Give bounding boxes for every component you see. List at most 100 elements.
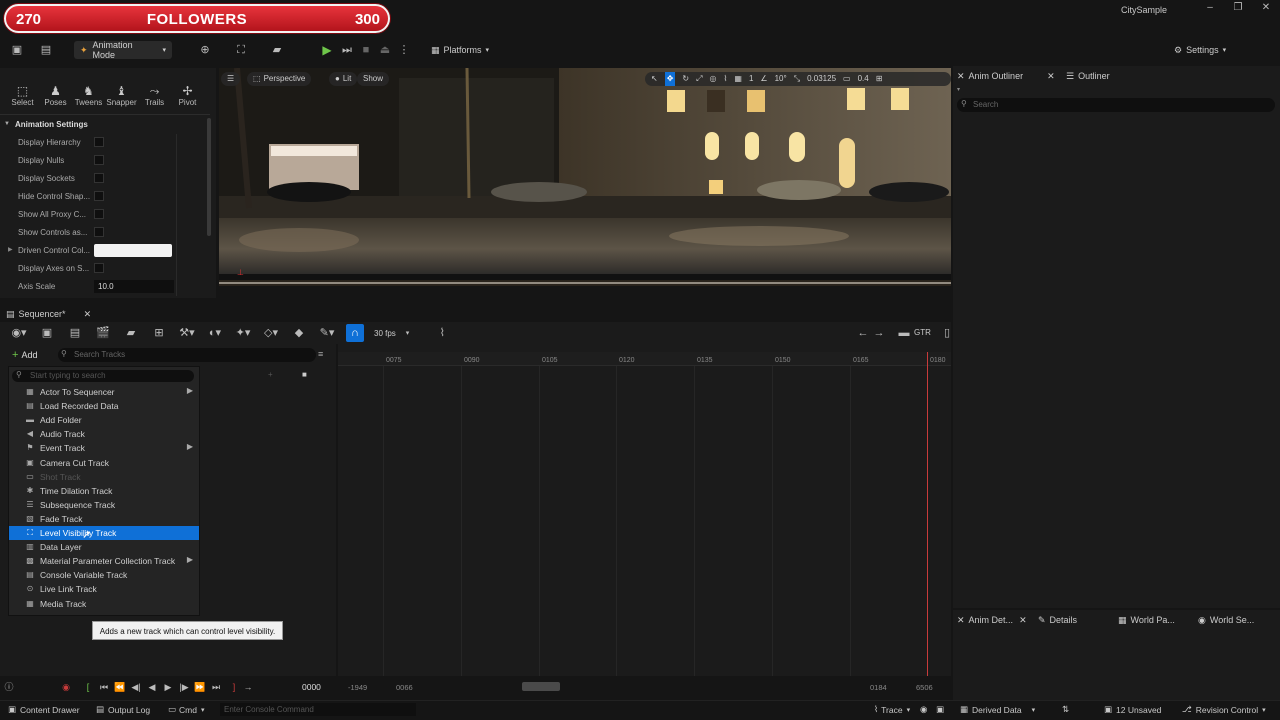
scale-icon[interactable]: ⤢ bbox=[696, 72, 702, 86]
tab-world-partition[interactable]: ▦ World Pa... bbox=[1118, 612, 1175, 628]
menu-item[interactable]: ▧ Fade Track bbox=[9, 512, 199, 526]
content-drawer-button[interactable]: ▣ Content Drawer bbox=[8, 704, 80, 715]
scale-snap-value[interactable]: 0.03125 bbox=[807, 72, 836, 86]
view-range-start[interactable]: 0066 bbox=[396, 683, 413, 692]
step-icon[interactable]: ⏭ bbox=[338, 41, 356, 59]
playhead[interactable] bbox=[927, 352, 928, 676]
menu-item[interactable]: ▥ Data Layer bbox=[9, 540, 199, 554]
play-icon[interactable]: ▶ bbox=[162, 681, 174, 693]
maximize-viewport-icon[interactable]: ⊞ bbox=[876, 72, 883, 86]
step-forward-icon[interactable]: ⏩ bbox=[194, 681, 206, 693]
working-range-start[interactable]: -1949 bbox=[348, 683, 367, 692]
angle-snap-icon[interactable]: ∠ bbox=[760, 72, 767, 86]
cinematics-icon[interactable]: ▰ bbox=[268, 41, 286, 59]
loop-icon[interactable]: → bbox=[242, 681, 254, 693]
current-frame[interactable]: 0000 bbox=[302, 682, 321, 692]
menu-item[interactable]: ⛶ Level Visibility Track bbox=[9, 526, 199, 540]
close-window-button[interactable]: ✕ bbox=[1254, 2, 1278, 16]
find-asset-icon[interactable]: ▤ bbox=[66, 324, 84, 342]
edit-icon[interactable]: ✎▾ bbox=[318, 324, 336, 342]
add-track-button[interactable]: + Add bbox=[12, 348, 37, 362]
scale-snap-icon[interactable]: ⤡ bbox=[794, 72, 800, 86]
viewport-options-button[interactable]: ☰ bbox=[221, 72, 241, 86]
add-key-icon[interactable]: + bbox=[268, 370, 273, 379]
frame-rate-selector[interactable]: 30 fps bbox=[374, 329, 396, 338]
unsaved-button[interactable]: ▣ 12 Unsaved bbox=[1104, 704, 1161, 715]
menu-item[interactable]: ☰ Subsequence Track bbox=[9, 498, 199, 512]
minimize-button[interactable]: – bbox=[1198, 2, 1222, 16]
track-search-input[interactable]: Search Tracks bbox=[58, 348, 316, 362]
screenshot-icon[interactable]: ▣ bbox=[936, 704, 944, 715]
more-options-icon[interactable]: ⋮ bbox=[395, 41, 413, 59]
menu-item[interactable]: ▩ Material Parameter Collection Track ▶ bbox=[9, 554, 199, 568]
key-icon[interactable]: ◇▾ bbox=[262, 324, 280, 342]
menu-item[interactable]: ▤ Console Variable Track bbox=[9, 568, 199, 582]
tool-trails[interactable]: ⤳ Trails bbox=[138, 84, 171, 107]
menu-item[interactable]: ▭ Shot Track bbox=[9, 470, 199, 484]
display-axes-checkbox[interactable] bbox=[94, 263, 104, 273]
driven-control-color-swatch[interactable] bbox=[94, 244, 172, 257]
filter-icon[interactable]: ≡ bbox=[318, 349, 323, 359]
camera-speed-value[interactable]: 0.4 bbox=[858, 72, 869, 86]
eject-icon[interactable]: ⏏ bbox=[376, 41, 394, 59]
tool-tweens[interactable]: ♞ Tweens bbox=[72, 84, 105, 107]
transform-options-icon[interactable]: ✦▾ bbox=[234, 324, 252, 342]
level-viewport[interactable]: ☰ ⬚ Perspective ● Lit Show ↖ ✥ ↻ ⤢ ◎ ⌇ ▦… bbox=[219, 68, 951, 300]
angle-snap-value[interactable]: 10° bbox=[775, 72, 787, 86]
record-icon[interactable]: ◉ bbox=[60, 681, 72, 693]
timeline-scrollbar-thumb[interactable] bbox=[522, 682, 560, 691]
record-icon[interactable]: ◉ bbox=[920, 704, 927, 715]
display-sockets-checkbox[interactable] bbox=[94, 173, 104, 183]
folder-icon[interactable]: ▬ bbox=[895, 324, 913, 342]
world-space-icon[interactable]: ◎ bbox=[710, 72, 717, 86]
range-start-icon[interactable]: [ bbox=[82, 681, 94, 693]
display-nulls-checkbox[interactable] bbox=[94, 155, 104, 165]
close-icon[interactable]: ✕ bbox=[84, 309, 92, 320]
curve-editor-icon[interactable]: ⌇ bbox=[433, 324, 451, 342]
content-browser-icon[interactable]: ▤ bbox=[37, 41, 55, 59]
step-back-icon[interactable]: ⏪ bbox=[114, 681, 126, 693]
menu-item[interactable]: ✱ Time Dilation Track bbox=[9, 484, 199, 498]
platforms-button[interactable]: ▦ Platforms ▾ bbox=[431, 44, 489, 56]
chevron-down-icon[interactable]: ▾ bbox=[957, 86, 960, 93]
save-sequence-icon[interactable]: ▣ bbox=[38, 324, 56, 342]
auto-key-icon[interactable]: ◆ bbox=[290, 324, 308, 342]
trace-button[interactable]: ⌇ Trace ▾ bbox=[874, 704, 910, 715]
menu-item[interactable]: ▦ Media Track bbox=[9, 597, 199, 611]
select-mode-icon[interactable]: ↖ bbox=[651, 72, 658, 86]
tab-anim-details[interactable]: ✕ Anim Det... ✕ bbox=[957, 612, 1027, 628]
stop-icon[interactable]: ■ bbox=[357, 41, 375, 59]
cmd-selector[interactable]: ▭ Cmd ▾ bbox=[168, 704, 205, 715]
menu-item[interactable]: ▬ Add Folder bbox=[9, 413, 199, 427]
show-button[interactable]: Show bbox=[357, 72, 390, 86]
revision-control-button[interactable]: ⎇ Revision Control ▾ bbox=[1182, 704, 1266, 715]
working-range-end[interactable]: 6506 bbox=[916, 683, 933, 692]
tab-anim-outliner[interactable]: ✕ Anim Outliner ✕ bbox=[957, 68, 1055, 84]
tab-outliner[interactable]: ☰ Outliner bbox=[1066, 68, 1110, 84]
key-tools-icon[interactable]: ⚒▾ bbox=[178, 324, 196, 342]
tool-select[interactable]: ⬚ Select bbox=[6, 84, 39, 107]
play-reverse-icon[interactable]: ◀ bbox=[146, 681, 158, 693]
display-hierarchy-checkbox[interactable] bbox=[94, 137, 104, 147]
tool-snapper[interactable]: ♝ Snapper bbox=[105, 84, 138, 107]
blueprint-icon[interactable]: ⛶ bbox=[232, 41, 250, 59]
show-controls-as-checkbox[interactable] bbox=[94, 227, 104, 237]
snap-icon[interactable]: ∩ bbox=[346, 324, 364, 342]
animation-mode-button[interactable]: ✦ Animation Mode ▾ bbox=[74, 40, 172, 60]
playback-options-icon[interactable]: ⊞ bbox=[150, 324, 168, 342]
lit-button[interactable]: ● Lit bbox=[329, 72, 358, 86]
save-icon[interactable]: ▣ bbox=[8, 41, 26, 59]
range-end-icon[interactable]: ] bbox=[228, 681, 240, 693]
tab-world-settings[interactable]: ◉ World Se... bbox=[1198, 612, 1254, 628]
lock-icon[interactable]: ▯ bbox=[938, 324, 956, 342]
tab-details[interactable]: ✎ Details bbox=[1038, 612, 1077, 628]
surface-snap-icon[interactable]: ⌇ bbox=[724, 72, 728, 86]
tool-poses[interactable]: ♟ Poses bbox=[39, 84, 72, 107]
translate-icon[interactable]: ✥ bbox=[664, 72, 676, 86]
tool-pivot[interactable]: ✢ Pivot bbox=[171, 84, 204, 107]
next-frame-icon[interactable]: |▶ bbox=[178, 681, 190, 693]
tab-sequencer[interactable]: ▤ Sequencer* ✕ bbox=[6, 306, 91, 322]
close-icon[interactable]: ✕ bbox=[1047, 71, 1055, 82]
add-actor-icon[interactable]: ⊕ bbox=[196, 41, 214, 59]
view-options-icon[interactable]: ◐▾ bbox=[206, 324, 224, 342]
